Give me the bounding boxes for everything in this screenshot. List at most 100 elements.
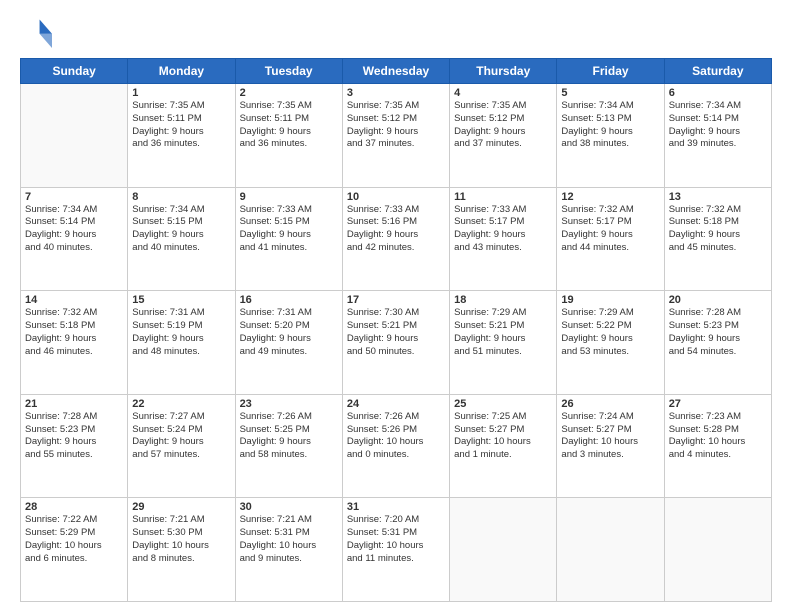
day-number: 1 — [132, 87, 230, 99]
calendar-cell: 9Sunrise: 7:33 AM Sunset: 5:15 PM Daylig… — [235, 187, 342, 291]
calendar-cell: 6Sunrise: 7:34 AM Sunset: 5:14 PM Daylig… — [664, 84, 771, 188]
day-info: Sunrise: 7:32 AM Sunset: 5:17 PM Dayligh… — [561, 204, 659, 255]
calendar-cell: 27Sunrise: 7:23 AM Sunset: 5:28 PM Dayli… — [664, 394, 771, 498]
day-number: 25 — [454, 398, 552, 410]
day-info: Sunrise: 7:32 AM Sunset: 5:18 PM Dayligh… — [25, 307, 123, 358]
day-number: 7 — [25, 191, 123, 203]
day-number: 19 — [561, 294, 659, 306]
calendar-day-header: Wednesday — [342, 59, 449, 84]
day-number: 10 — [347, 191, 445, 203]
calendar-cell: 23Sunrise: 7:26 AM Sunset: 5:25 PM Dayli… — [235, 394, 342, 498]
day-info: Sunrise: 7:34 AM Sunset: 5:14 PM Dayligh… — [25, 204, 123, 255]
calendar-cell: 7Sunrise: 7:34 AM Sunset: 5:14 PM Daylig… — [21, 187, 128, 291]
calendar-day-header: Tuesday — [235, 59, 342, 84]
day-info: Sunrise: 7:34 AM Sunset: 5:14 PM Dayligh… — [669, 100, 767, 151]
calendar-day-header: Sunday — [21, 59, 128, 84]
day-info: Sunrise: 7:31 AM Sunset: 5:20 PM Dayligh… — [240, 307, 338, 358]
calendar-cell — [21, 84, 128, 188]
calendar-cell — [664, 498, 771, 602]
calendar-cell: 14Sunrise: 7:32 AM Sunset: 5:18 PM Dayli… — [21, 291, 128, 395]
calendar-cell: 29Sunrise: 7:21 AM Sunset: 5:30 PM Dayli… — [128, 498, 235, 602]
day-number: 27 — [669, 398, 767, 410]
day-number: 23 — [240, 398, 338, 410]
day-info: Sunrise: 7:25 AM Sunset: 5:27 PM Dayligh… — [454, 411, 552, 462]
day-info: Sunrise: 7:28 AM Sunset: 5:23 PM Dayligh… — [669, 307, 767, 358]
day-number: 21 — [25, 398, 123, 410]
day-info: Sunrise: 7:35 AM Sunset: 5:11 PM Dayligh… — [240, 100, 338, 151]
day-info: Sunrise: 7:30 AM Sunset: 5:21 PM Dayligh… — [347, 307, 445, 358]
calendar-cell: 30Sunrise: 7:21 AM Sunset: 5:31 PM Dayli… — [235, 498, 342, 602]
day-info: Sunrise: 7:33 AM Sunset: 5:17 PM Dayligh… — [454, 204, 552, 255]
calendar-cell: 26Sunrise: 7:24 AM Sunset: 5:27 PM Dayli… — [557, 394, 664, 498]
day-number: 31 — [347, 501, 445, 513]
logo-icon — [20, 16, 52, 48]
day-info: Sunrise: 7:28 AM Sunset: 5:23 PM Dayligh… — [25, 411, 123, 462]
calendar-cell: 5Sunrise: 7:34 AM Sunset: 5:13 PM Daylig… — [557, 84, 664, 188]
day-number: 29 — [132, 501, 230, 513]
day-info: Sunrise: 7:24 AM Sunset: 5:27 PM Dayligh… — [561, 411, 659, 462]
day-number: 13 — [669, 191, 767, 203]
day-number: 28 — [25, 501, 123, 513]
calendar-cell: 4Sunrise: 7:35 AM Sunset: 5:12 PM Daylig… — [450, 84, 557, 188]
day-number: 18 — [454, 294, 552, 306]
calendar-day-header: Saturday — [664, 59, 771, 84]
calendar-week-row: 7Sunrise: 7:34 AM Sunset: 5:14 PM Daylig… — [21, 187, 772, 291]
day-info: Sunrise: 7:32 AM Sunset: 5:18 PM Dayligh… — [669, 204, 767, 255]
calendar-cell: 2Sunrise: 7:35 AM Sunset: 5:11 PM Daylig… — [235, 84, 342, 188]
calendar-cell: 28Sunrise: 7:22 AM Sunset: 5:29 PM Dayli… — [21, 498, 128, 602]
day-number: 15 — [132, 294, 230, 306]
calendar-day-header: Monday — [128, 59, 235, 84]
day-info: Sunrise: 7:26 AM Sunset: 5:26 PM Dayligh… — [347, 411, 445, 462]
day-info: Sunrise: 7:23 AM Sunset: 5:28 PM Dayligh… — [669, 411, 767, 462]
day-info: Sunrise: 7:22 AM Sunset: 5:29 PM Dayligh… — [25, 514, 123, 565]
day-info: Sunrise: 7:21 AM Sunset: 5:31 PM Dayligh… — [240, 514, 338, 565]
day-info: Sunrise: 7:27 AM Sunset: 5:24 PM Dayligh… — [132, 411, 230, 462]
calendar-cell: 16Sunrise: 7:31 AM Sunset: 5:20 PM Dayli… — [235, 291, 342, 395]
calendar-cell: 12Sunrise: 7:32 AM Sunset: 5:17 PM Dayli… — [557, 187, 664, 291]
header — [20, 16, 772, 48]
calendar-cell: 3Sunrise: 7:35 AM Sunset: 5:12 PM Daylig… — [342, 84, 449, 188]
day-info: Sunrise: 7:20 AM Sunset: 5:31 PM Dayligh… — [347, 514, 445, 565]
calendar-cell: 24Sunrise: 7:26 AM Sunset: 5:26 PM Dayli… — [342, 394, 449, 498]
calendar-week-row: 21Sunrise: 7:28 AM Sunset: 5:23 PM Dayli… — [21, 394, 772, 498]
day-number: 4 — [454, 87, 552, 99]
day-info: Sunrise: 7:34 AM Sunset: 5:15 PM Dayligh… — [132, 204, 230, 255]
day-number: 6 — [669, 87, 767, 99]
day-number: 22 — [132, 398, 230, 410]
day-number: 11 — [454, 191, 552, 203]
calendar-cell: 20Sunrise: 7:28 AM Sunset: 5:23 PM Dayli… — [664, 291, 771, 395]
day-number: 16 — [240, 294, 338, 306]
calendar-cell: 18Sunrise: 7:29 AM Sunset: 5:21 PM Dayli… — [450, 291, 557, 395]
calendar-day-header: Friday — [557, 59, 664, 84]
day-number: 5 — [561, 87, 659, 99]
calendar-week-row: 14Sunrise: 7:32 AM Sunset: 5:18 PM Dayli… — [21, 291, 772, 395]
calendar-cell: 1Sunrise: 7:35 AM Sunset: 5:11 PM Daylig… — [128, 84, 235, 188]
calendar-cell: 15Sunrise: 7:31 AM Sunset: 5:19 PM Dayli… — [128, 291, 235, 395]
day-info: Sunrise: 7:35 AM Sunset: 5:12 PM Dayligh… — [454, 100, 552, 151]
day-number: 9 — [240, 191, 338, 203]
day-info: Sunrise: 7:21 AM Sunset: 5:30 PM Dayligh… — [132, 514, 230, 565]
day-info: Sunrise: 7:33 AM Sunset: 5:15 PM Dayligh… — [240, 204, 338, 255]
day-number: 26 — [561, 398, 659, 410]
logo — [20, 16, 56, 48]
calendar-week-row: 1Sunrise: 7:35 AM Sunset: 5:11 PM Daylig… — [21, 84, 772, 188]
calendar-cell: 21Sunrise: 7:28 AM Sunset: 5:23 PM Dayli… — [21, 394, 128, 498]
calendar-cell: 8Sunrise: 7:34 AM Sunset: 5:15 PM Daylig… — [128, 187, 235, 291]
day-info: Sunrise: 7:35 AM Sunset: 5:11 PM Dayligh… — [132, 100, 230, 151]
calendar-cell: 22Sunrise: 7:27 AM Sunset: 5:24 PM Dayli… — [128, 394, 235, 498]
calendar-cell: 10Sunrise: 7:33 AM Sunset: 5:16 PM Dayli… — [342, 187, 449, 291]
calendar-cell — [450, 498, 557, 602]
day-number: 24 — [347, 398, 445, 410]
calendar-table: SundayMondayTuesdayWednesdayThursdayFrid… — [20, 58, 772, 602]
day-info: Sunrise: 7:29 AM Sunset: 5:22 PM Dayligh… — [561, 307, 659, 358]
day-info: Sunrise: 7:35 AM Sunset: 5:12 PM Dayligh… — [347, 100, 445, 151]
calendar-cell: 25Sunrise: 7:25 AM Sunset: 5:27 PM Dayli… — [450, 394, 557, 498]
day-info: Sunrise: 7:31 AM Sunset: 5:19 PM Dayligh… — [132, 307, 230, 358]
day-info: Sunrise: 7:26 AM Sunset: 5:25 PM Dayligh… — [240, 411, 338, 462]
day-info: Sunrise: 7:34 AM Sunset: 5:13 PM Dayligh… — [561, 100, 659, 151]
day-number: 17 — [347, 294, 445, 306]
calendar-cell: 31Sunrise: 7:20 AM Sunset: 5:31 PM Dayli… — [342, 498, 449, 602]
day-number: 14 — [25, 294, 123, 306]
day-number: 20 — [669, 294, 767, 306]
calendar-cell: 11Sunrise: 7:33 AM Sunset: 5:17 PM Dayli… — [450, 187, 557, 291]
